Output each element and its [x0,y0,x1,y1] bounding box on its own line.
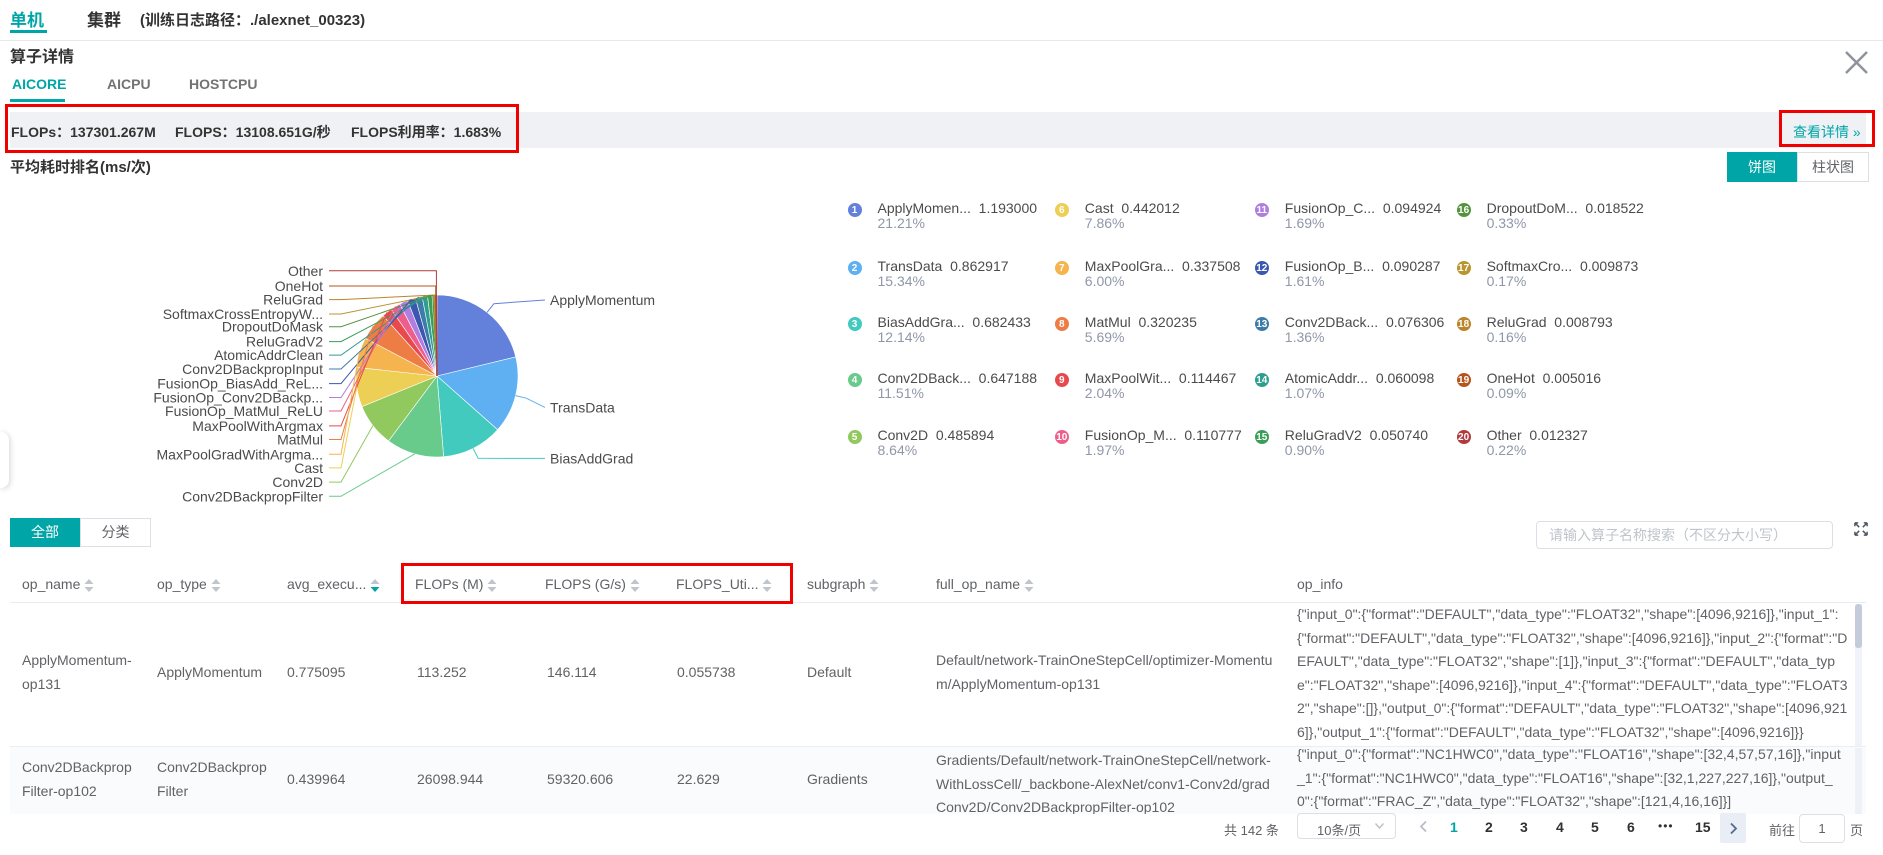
svg-text:TransData: TransData [550,399,615,415]
svg-text:FusionOp_MatMul_ReLU: FusionOp_MatMul_ReLU [165,403,323,419]
svg-text:MatMul: MatMul [277,432,323,448]
svg-text:DropoutDoMask: DropoutDoMask [222,319,324,335]
svg-text:BiasAddGrad: BiasAddGrad [550,450,633,466]
svg-text:Conv2DBackpropFilter: Conv2DBackpropFilter [182,488,323,504]
svg-text:Other: Other [288,263,323,279]
svg-text:ApplyMomentum: ApplyMomentum [550,292,655,308]
svg-text:Conv2DBackpropInput: Conv2DBackpropInput [182,361,323,377]
